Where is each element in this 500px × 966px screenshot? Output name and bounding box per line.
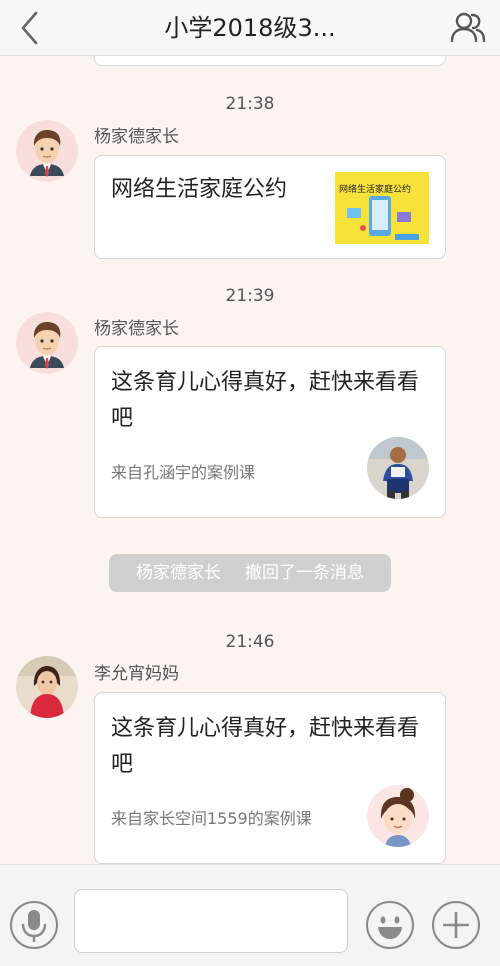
child-photo-icon — [367, 437, 429, 499]
male-avatar-icon — [16, 120, 78, 182]
message-time: 21:39 — [225, 286, 275, 306]
group-members-icon — [450, 12, 486, 43]
card-title: 网络生活家庭公约 — [111, 177, 288, 202]
card-title: 这条育儿心得真好，赶快来看看吧 — [111, 716, 420, 777]
chat-area[interactable]: 21:38 杨家德家长 网络生活家庭公约 网络生活家庭公约 21:39 杨家德家… — [0, 56, 500, 864]
recall-name: 杨家德家长 — [136, 563, 221, 583]
sender-name: 李允宵妈妈 — [94, 664, 179, 684]
recall-text: 撤回了一条消息 — [245, 563, 364, 583]
voice-button[interactable] — [10, 901, 58, 949]
card-thumbnail — [367, 437, 429, 499]
back-button[interactable] — [14, 9, 48, 47]
top-bar: 小学2018级3... — [0, 0, 500, 56]
emoji-button[interactable] — [366, 901, 414, 949]
woman-avatar-icon — [367, 785, 429, 847]
shared-link-card[interactable]: 这条育儿心得真好，赶快来看看吧 来自家长空间1559的案例课 — [94, 692, 446, 864]
recall-notice: 杨家德家长 撤回了一条消息 — [109, 554, 391, 592]
card-title: 这条育儿心得真好，赶快来看看吧 — [111, 370, 420, 431]
card-thumbnail — [367, 785, 429, 847]
message-time: 21:46 — [225, 632, 275, 652]
avatar[interactable] — [16, 120, 78, 182]
shared-link-card[interactable]: 网络生活家庭公约 网络生活家庭公约 — [94, 155, 446, 259]
emoji-icon — [378, 916, 402, 939]
previous-message-card[interactable] — [94, 56, 446, 66]
avatar[interactable] — [16, 656, 78, 718]
input-bar — [0, 864, 500, 966]
girl-photo-icon — [16, 656, 78, 718]
chevron-left-icon — [21, 11, 38, 45]
male-avatar-icon — [16, 312, 78, 374]
sender-name: 杨家德家长 — [94, 319, 179, 339]
plus-icon — [443, 912, 469, 938]
group-members-button[interactable] — [450, 10, 486, 44]
message-input[interactable] — [74, 889, 348, 953]
microphone-icon — [21, 910, 47, 942]
shared-link-card[interactable]: 这条育儿心得真好，赶快来看看吧 来自孔涵宇的案例课 — [94, 346, 446, 518]
more-button[interactable] — [432, 901, 480, 949]
card-thumbnail: 网络生活家庭公约 — [335, 172, 429, 244]
phone-illustration-icon — [347, 196, 419, 240]
card-source: 来自家长空间1559的案例课 — [111, 809, 312, 828]
sender-name: 杨家德家长 — [94, 127, 179, 147]
message-time: 21:38 — [225, 94, 275, 114]
card-source: 来自孔涵宇的案例课 — [111, 463, 256, 482]
page-title: 小学2018级3... — [164, 14, 336, 42]
avatar[interactable] — [16, 312, 78, 374]
